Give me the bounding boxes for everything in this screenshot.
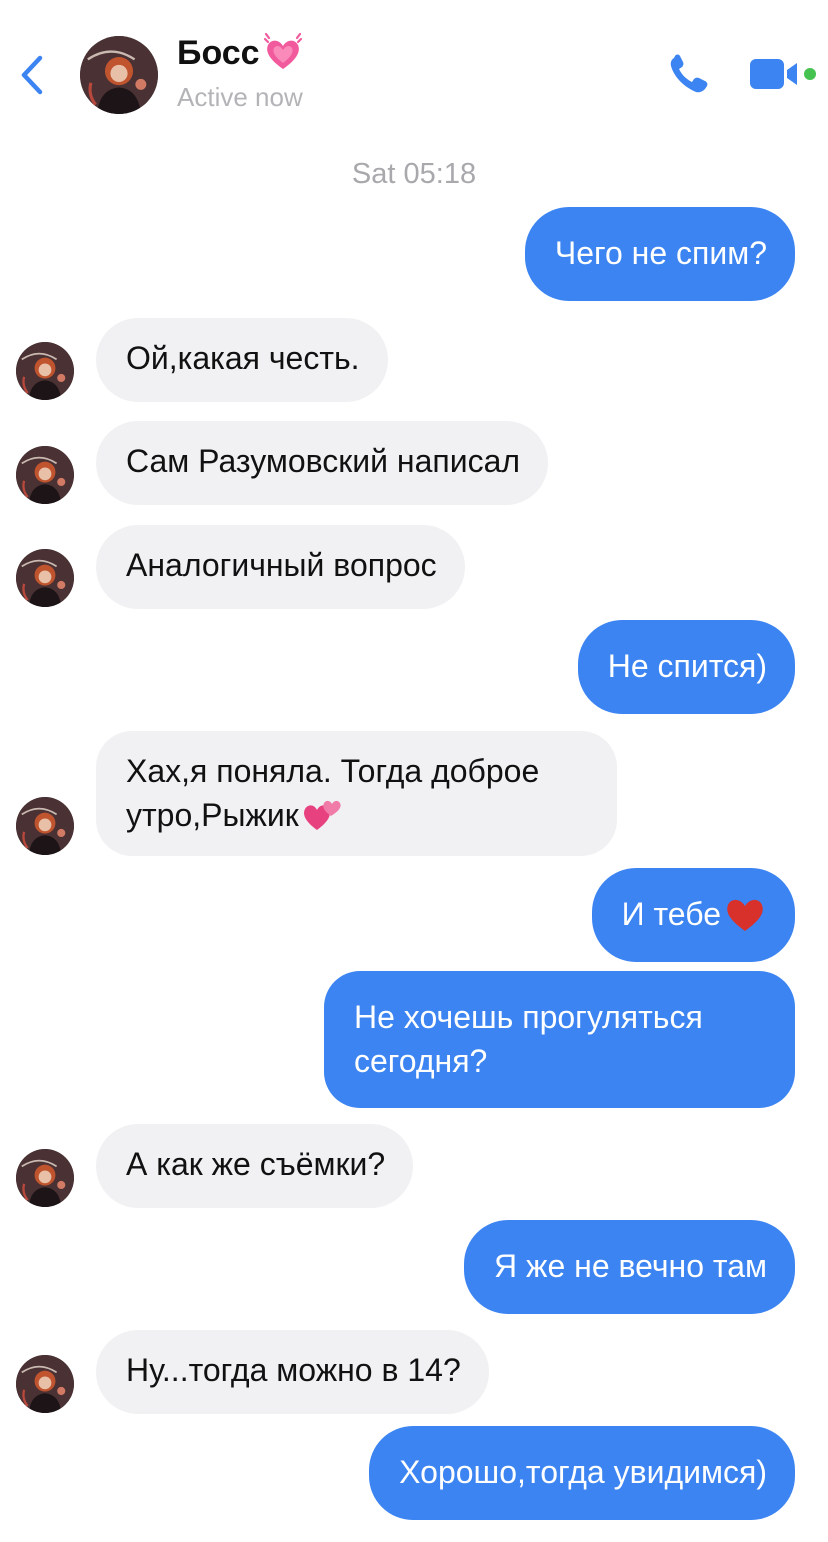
sender-avatar[interactable] <box>16 1149 74 1207</box>
sparkling-heart-icon <box>263 32 302 69</box>
active-status: Active now <box>177 82 303 112</box>
message-outgoing[interactable]: Хорошо,тогда увидимся) <box>369 1426 795 1520</box>
contact-avatar[interactable] <box>80 36 158 114</box>
phone-call-icon[interactable] <box>664 52 714 98</box>
message-text: Хорошо,тогда увидимся) <box>399 1454 767 1490</box>
message-incoming[interactable]: Ой,какая честь. <box>96 318 388 402</box>
sender-avatar[interactable] <box>16 1355 74 1413</box>
two-hearts-icon <box>303 800 341 830</box>
message-text: Чего не спим? <box>554 235 767 271</box>
video-call-icon[interactable] <box>746 54 820 94</box>
message-incoming[interactable]: Сам Разумовский написал <box>96 421 549 505</box>
message-outgoing[interactable]: И тебе <box>591 868 795 962</box>
message-text-line: Хах,я поняла. Тогда доброе <box>126 753 540 789</box>
back-chevron-icon[interactable] <box>14 50 50 100</box>
message-incoming[interactable]: Хах,я поняла. Тогда доброе утро,Рыжик <box>96 731 617 856</box>
contact-name-row[interactable]: Босс <box>177 30 306 76</box>
chat-header: Босс Active now <box>0 0 828 140</box>
red-heart-icon <box>727 899 763 931</box>
message-incoming[interactable]: Аналогичный вопрос <box>96 525 465 609</box>
message-incoming[interactable]: А как же съёмки? <box>96 1124 414 1208</box>
contact-name: Босс <box>177 33 260 72</box>
message-text-line: утро,Рыжик <box>126 797 299 833</box>
message-outgoing[interactable]: Не хочешь прогуляться сегодня? <box>324 971 795 1108</box>
message-text-line: Не хочешь прогуляться <box>354 999 703 1035</box>
sender-avatar[interactable] <box>16 342 74 400</box>
message-text: А как же съёмки? <box>126 1146 386 1182</box>
message-outgoing[interactable]: Чего не спим? <box>524 207 795 301</box>
sender-avatar[interactable] <box>16 446 74 504</box>
message-text: Я же не вечно там <box>494 1248 767 1284</box>
message-text: И тебе <box>621 896 721 932</box>
message-text-line: сегодня? <box>354 1043 488 1079</box>
sender-avatar[interactable] <box>16 549 74 607</box>
message-text: Аналогичный вопрос <box>126 547 437 583</box>
message-text: Ну...тогда можно в 14? <box>126 1352 461 1388</box>
timestamp: Sat 05:18 <box>351 158 477 190</box>
message-outgoing[interactable]: Я же не вечно там <box>464 1220 795 1314</box>
message-incoming[interactable]: Ну...тогда можно в 14? <box>96 1330 489 1414</box>
message-text: Ой,какая честь. <box>126 340 360 376</box>
sender-avatar[interactable] <box>16 797 74 855</box>
message-text: Не спится) <box>607 648 767 684</box>
message-text: Сам Разумовский написал <box>126 443 521 479</box>
message-outgoing[interactable]: Не спится) <box>577 620 795 714</box>
